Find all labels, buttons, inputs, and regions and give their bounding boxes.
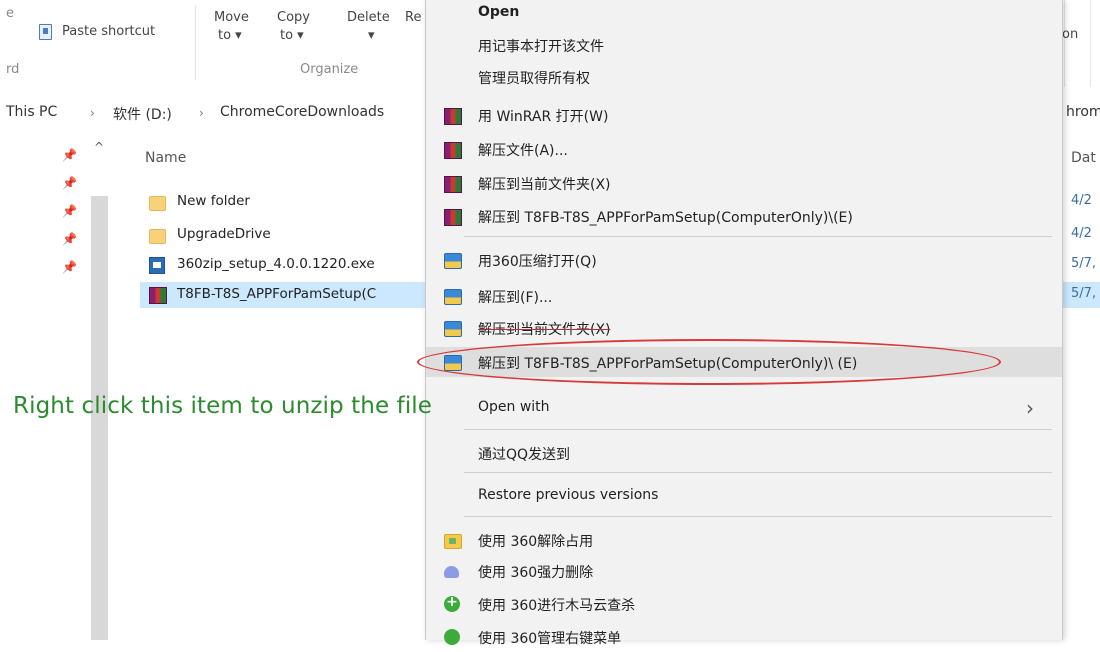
- date-cell: 5/7,: [1071, 256, 1097, 271]
- file-name: 360zip_setup_4.0.0.1220.exe: [177, 256, 375, 272]
- clipboard-group-label: rd: [6, 62, 20, 77]
- menu-item-extract-to-360[interactable]: 解压到(F)...: [426, 281, 1062, 311]
- clipboard-partial-label: e: [6, 6, 14, 21]
- ribbon-divider: [195, 6, 196, 80]
- date-cell: 4/2: [1071, 226, 1092, 241]
- pin-icon: 📌: [62, 176, 77, 190]
- menu-item-open[interactable]: Open: [426, 0, 1062, 30]
- paste-shortcut-button[interactable]: Paste shortcut: [62, 24, 155, 39]
- 360-manage-icon: [444, 629, 460, 645]
- pin-icon: 📌: [62, 148, 77, 162]
- menu-item-360-manage-menu[interactable]: 使用 360管理右键菜单: [426, 622, 1062, 652]
- context-menu: Open 用记事本打开该文件 管理员取得所有权 用 WinRAR 打开(W) 解…: [425, 0, 1063, 647]
- move-to-button[interactable]: Move: [214, 10, 249, 25]
- breadcrumb-separator: ›: [90, 106, 95, 120]
- pin-icon: 📌: [62, 232, 77, 246]
- delete-button[interactable]: Delete: [347, 10, 390, 25]
- highlight-ellipse: [417, 339, 1001, 385]
- menu-separator: [464, 472, 1052, 473]
- menu-item-extract-files[interactable]: 解压文件(A)...: [426, 134, 1062, 164]
- list-item[interactable]: 360zip_setup_4.0.0.1220.exe: [140, 252, 430, 278]
- paste-shortcut-icon: [39, 24, 52, 40]
- ribbon-right-divider: [1064, 0, 1065, 87]
- date-cell: 4/2: [1071, 193, 1092, 208]
- 360-unlock-icon: [444, 534, 462, 549]
- menu-item-label: 用360压缩打开(Q): [478, 254, 597, 270]
- breadcrumb-folder[interactable]: ChromeCoreDownloads: [220, 104, 384, 120]
- copy-to-dropdown[interactable]: to ▾: [280, 28, 304, 43]
- search-box-partial[interactable]: hrom: [1066, 104, 1100, 120]
- 360zip-icon: [444, 321, 462, 337]
- menu-item-extract-to-folder-winrar[interactable]: 解压到 T8FB-T8S_APPForPamSetup(ComputerOnly…: [426, 201, 1062, 231]
- column-header-name[interactable]: Name: [145, 150, 186, 166]
- menu-item-open-winrar[interactable]: 用 WinRAR 打开(W): [426, 100, 1062, 130]
- menu-item-label: 解压到当前文件夹(X): [478, 177, 611, 193]
- menu-item-label: 解压到(F)...: [478, 290, 553, 306]
- menu-separator: [464, 236, 1052, 237]
- move-to-dropdown[interactable]: to ▾: [218, 28, 242, 43]
- column-header-date[interactable]: Dat: [1071, 150, 1096, 166]
- menu-item-extract-here-winrar[interactable]: 解压到当前文件夹(X): [426, 168, 1062, 198]
- copy-to-button[interactable]: Copy: [277, 10, 310, 25]
- menu-item-label: Open with: [478, 399, 550, 415]
- menu-item-360-trojan-scan[interactable]: 使用 360进行木马云查杀: [426, 589, 1062, 619]
- 360-scan-icon: [444, 594, 460, 612]
- file-name: New folder: [177, 193, 250, 209]
- scroll-up-arrow-icon[interactable]: ^: [92, 140, 106, 154]
- menu-item-label: 管理员取得所有权: [478, 71, 590, 87]
- menu-separator: [464, 429, 1052, 430]
- menu-item-restore-previous-versions[interactable]: Restore previous versions: [426, 481, 1062, 511]
- list-item[interactable]: New folder: [140, 189, 430, 215]
- menu-item-open-with[interactable]: Open with ›: [426, 393, 1062, 423]
- menu-item-label: 用记事本打开该文件: [478, 39, 604, 55]
- breadcrumb-separator: ›: [199, 106, 204, 120]
- winrar-icon: [444, 108, 462, 125]
- menu-item-send-via-qq[interactable]: 通过QQ发送到: [426, 438, 1062, 468]
- menu-item-label: 使用 360强力删除: [478, 565, 594, 581]
- exe-icon: [149, 257, 165, 274]
- rar-icon: [149, 287, 167, 304]
- delete-dropdown[interactable]: ▾: [368, 28, 375, 43]
- winrar-icon: [444, 142, 462, 159]
- list-item-selected[interactable]: T8FB-T8S_APPForPamSetup(C: [140, 282, 430, 308]
- ribbon-right-partial-label: on: [1062, 27, 1079, 42]
- menu-item-label: 通过QQ发送到: [478, 447, 571, 463]
- 360zip-icon: [444, 253, 462, 269]
- 360zip-icon: [444, 289, 462, 305]
- pin-icon: 📌: [62, 204, 77, 218]
- date-cell: 5/7,: [1071, 286, 1097, 301]
- rename-button-partial[interactable]: Re: [405, 10, 421, 25]
- menu-item-label: 使用 360进行木马云查杀: [478, 598, 636, 614]
- menu-item-take-ownership[interactable]: 管理员取得所有权: [426, 62, 1062, 92]
- breadcrumb-drive[interactable]: 软件 (D:): [113, 104, 172, 124]
- file-name: UpgradeDrive: [177, 226, 271, 242]
- file-name: T8FB-T8S_APPForPamSetup(C: [177, 286, 377, 302]
- menu-item-360-unlock[interactable]: 使用 360解除占用: [426, 525, 1062, 555]
- menu-item-open-360zip[interactable]: 用360压缩打开(Q): [426, 245, 1062, 275]
- pin-icon: 📌: [62, 260, 77, 274]
- date-column: Dat 4/2 4/2 5/7, 5/7,: [1058, 138, 1100, 338]
- menu-item-label: Open: [478, 4, 520, 20]
- menu-item-360-force-delete[interactable]: 使用 360强力删除: [426, 556, 1062, 586]
- folder-icon: [149, 196, 166, 211]
- menu-item-label: 解压文件(A)...: [478, 143, 568, 159]
- 360-shred-icon: [444, 566, 459, 578]
- winrar-icon: [444, 209, 462, 226]
- folder-icon: [149, 229, 166, 244]
- organize-group-label: Organize: [300, 62, 359, 77]
- menu-item-label: Restore previous versions: [478, 487, 659, 503]
- list-item[interactable]: UpgradeDrive: [140, 222, 430, 248]
- breadcrumb-this-pc[interactable]: This PC: [6, 104, 57, 120]
- menu-item-open-notepad[interactable]: 用记事本打开该文件: [426, 30, 1062, 60]
- menu-item-label: 使用 360解除占用: [478, 534, 594, 550]
- menu-item-label: 解压到当前文件夹(X): [478, 322, 611, 338]
- menu-item-label: 解压到 T8FB-T8S_APPForPamSetup(ComputerOnly…: [478, 210, 853, 226]
- annotation-text: Right click this item to unzip the file: [13, 393, 433, 419]
- chevron-right-icon: ›: [1026, 396, 1034, 420]
- ribbon-right-divider-2: [1090, 0, 1091, 87]
- menu-item-label: 用 WinRAR 打开(W): [478, 109, 609, 125]
- winrar-icon: [444, 176, 462, 193]
- menu-separator: [464, 516, 1052, 517]
- menu-item-label: 使用 360管理右键菜单: [478, 631, 622, 647]
